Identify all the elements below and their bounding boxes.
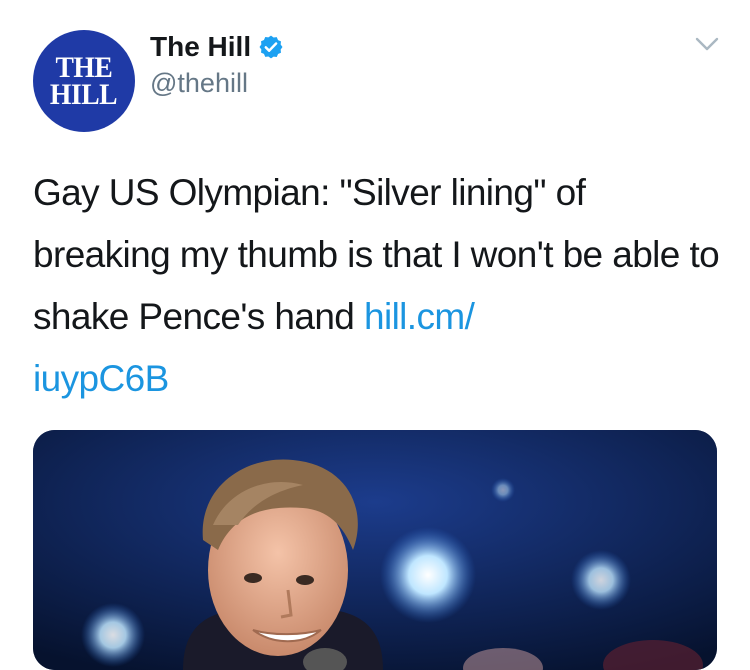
tweet-link-part1: hill.cm/ <box>363 296 475 337</box>
tweet-card: THE HILL The Hill @thehill Gay US Olympi… <box>0 0 750 670</box>
verified-badge-icon <box>258 34 284 60</box>
stage-light <box>491 478 515 502</box>
tweet-text: Gay US Olympian: "Silver lining" of brea… <box>33 162 723 410</box>
account-handle[interactable]: @thehill <box>150 68 248 99</box>
chevron-down-icon[interactable] <box>694 34 720 54</box>
tweet-photo[interactable] <box>33 430 717 670</box>
account-name-row: The Hill <box>150 30 284 64</box>
avatar-logo-line1: THE <box>55 51 113 84</box>
avatar-logo-line2: HILL <box>50 78 118 111</box>
display-name[interactable]: The Hill <box>150 31 251 63</box>
stage-light <box>81 603 145 667</box>
photo-illustration <box>33 430 717 670</box>
avatar[interactable]: THE HILL <box>33 30 135 132</box>
stage-light <box>380 527 476 623</box>
tweet-link-part2: iuypC6B <box>33 358 169 399</box>
stage-light <box>571 550 631 610</box>
